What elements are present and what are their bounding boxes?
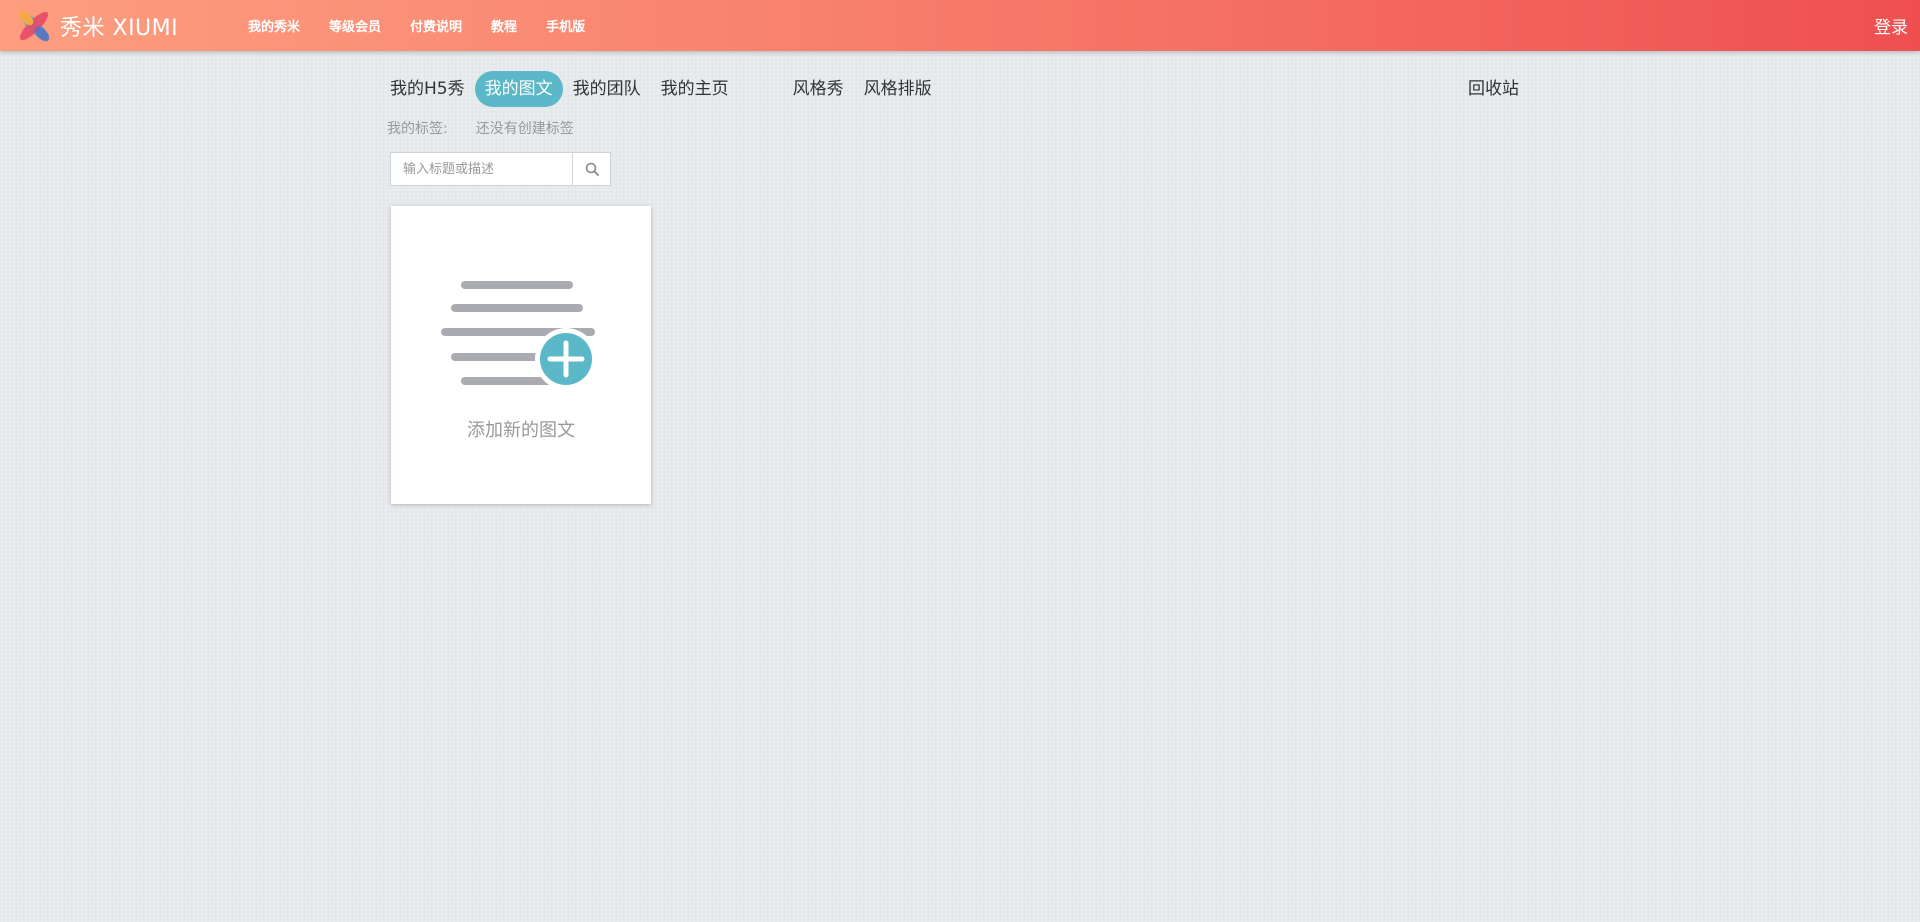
tab-my-team[interactable]: 我的团队 xyxy=(563,71,651,107)
nav-payment-info[interactable]: 付费说明 xyxy=(410,16,462,35)
search-icon xyxy=(585,162,599,176)
tab-style-layout[interactable]: 风格排版 xyxy=(854,71,942,107)
add-article-card[interactable]: 添加新的图文 xyxy=(391,206,651,504)
logo-text: 秀米 XIUMI xyxy=(60,16,179,41)
tags-label: 我的标签: xyxy=(387,121,448,137)
nav-tutorial[interactable]: 教程 xyxy=(491,16,517,35)
add-article-label: 添加新的图文 xyxy=(467,420,575,441)
tab-my-h5[interactable]: 我的H5秀 xyxy=(380,71,475,107)
content-tabs: 我的H5秀 我的图文 我的团队 我的主页 风格秀 风格排版 xyxy=(380,71,942,107)
logo[interactable]: 秀米 XIUMI xyxy=(14,7,178,45)
nav-mobile[interactable]: 手机版 xyxy=(546,16,585,35)
xiumi-logo-icon xyxy=(18,10,50,42)
nav-membership[interactable]: 等级会员 xyxy=(329,16,381,35)
nav-my-xiumi[interactable]: 我的秀米 xyxy=(248,16,300,35)
top-nav: 我的秀米 等级会员 付费说明 教程 手机版 xyxy=(248,0,614,51)
tab-my-homepage[interactable]: 我的主页 xyxy=(651,71,739,107)
tags-empty-text: 还没有创建标签 xyxy=(475,121,574,137)
search-input[interactable] xyxy=(391,153,572,185)
recycle-bin-link[interactable]: 回收站 xyxy=(1458,71,1529,107)
tab-my-articles[interactable]: 我的图文 xyxy=(474,71,563,107)
search-button[interactable] xyxy=(572,153,610,185)
tags-row: 我的标签: 还没有创建标签 xyxy=(387,118,574,138)
search-box xyxy=(390,152,611,186)
add-article-icon xyxy=(441,281,597,390)
tab-style-show[interactable]: 风格秀 xyxy=(783,71,854,107)
top-bar: 秀米 XIUMI 我的秀米 等级会员 付费说明 教程 手机版 登录 xyxy=(0,0,1920,51)
login-button[interactable]: 登录 xyxy=(1874,0,1908,51)
